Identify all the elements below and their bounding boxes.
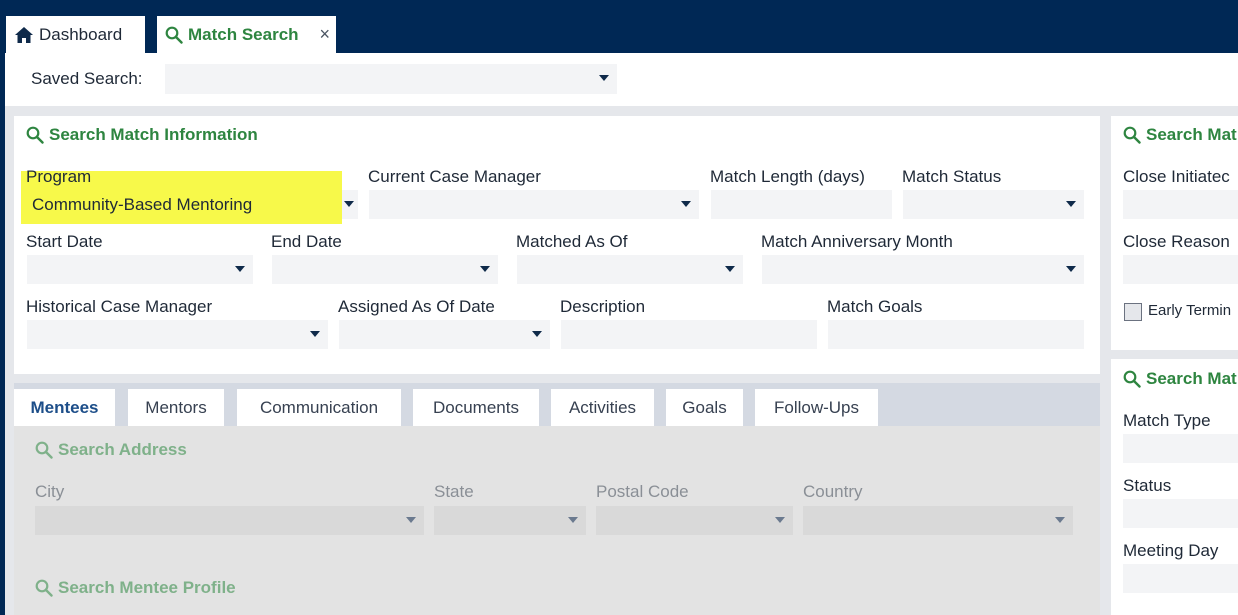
subtab-mentees[interactable]: Mentees: [14, 389, 115, 426]
meeting-day-label: Meeting Day: [1123, 541, 1219, 560]
match-type-select[interactable]: [1123, 434, 1238, 463]
postal-code-label: Postal Code: [596, 482, 689, 501]
matched-as-of-select[interactable]: [517, 255, 743, 284]
historical-case-manager-label: Historical Case Manager: [26, 297, 213, 316]
close-initiated-input[interactable]: [1123, 190, 1238, 219]
tab-match-search[interactable]: Match Search ×: [157, 16, 336, 53]
match-details-panel: Search Mat Match Type Status Meeting Day: [1111, 359, 1238, 615]
section-title-text: Search Mat: [1146, 125, 1237, 144]
chevron-down-icon: [681, 201, 691, 207]
end-date-select[interactable]: [272, 255, 498, 284]
end-date-label: End Date: [271, 232, 342, 251]
mentee-subtabs-area: Mentees Mentors Communication Documents …: [14, 383, 1100, 615]
search-icon: [35, 441, 53, 459]
country-label: Country: [803, 482, 863, 501]
chevron-down-icon: [532, 331, 542, 337]
assigned-as-of-label: Assigned As Of Date: [338, 297, 495, 316]
assigned-as-of-select[interactable]: [339, 320, 550, 349]
status-label: Status: [1123, 476, 1172, 495]
chevron-down-icon: [406, 517, 416, 523]
saved-search-row: Saved Search:: [5, 53, 1238, 106]
section-title-text: Search Address: [58, 440, 187, 459]
status-select[interactable]: [1123, 499, 1238, 528]
state-select[interactable]: [434, 506, 586, 535]
section-title-text: Search Mentee Profile: [58, 578, 236, 597]
early-termination-checkbox[interactable]: [1124, 303, 1142, 321]
chevron-down-icon: [344, 201, 354, 207]
city-select[interactable]: [35, 506, 424, 535]
meeting-day-select[interactable]: [1123, 564, 1238, 593]
close-initiated-label: Close Initiatec: [1123, 167, 1230, 186]
section-title-text: Search Match Information: [49, 125, 258, 144]
chevron-down-icon: [599, 75, 609, 81]
chevron-down-icon: [1066, 266, 1076, 272]
chevron-down-icon: [480, 266, 490, 272]
program-label: Program: [26, 167, 92, 186]
section-title-text: Search Mat: [1146, 369, 1237, 388]
chevron-down-icon: [725, 266, 735, 272]
postal-code-select[interactable]: [596, 506, 793, 535]
chevron-down-icon: [1055, 517, 1065, 523]
match-close-panel: Search Mat Close Initiatec Close Reason …: [1111, 116, 1238, 350]
anniversary-month-select[interactable]: [762, 255, 1084, 284]
match-type-label: Match Type: [1123, 411, 1211, 430]
current-case-manager-select[interactable]: [369, 190, 699, 219]
close-reason-select[interactable]: [1123, 255, 1238, 284]
state-label: State: [434, 482, 474, 501]
close-reason-label: Close Reason: [1123, 232, 1230, 251]
city-label: City: [35, 482, 65, 501]
home-icon: [15, 26, 33, 43]
saved-search-select[interactable]: [165, 64, 617, 94]
subtab-activities[interactable]: Activities: [551, 389, 654, 426]
match-length-input[interactable]: [711, 190, 892, 219]
section-title-mentee-profile: Search Mentee Profile: [35, 578, 236, 598]
top-tab-bar: Dashboard Match Search ×: [0, 0, 1238, 53]
section-title-right2: Search Mat: [1123, 369, 1237, 389]
tab-dashboard[interactable]: Dashboard: [6, 16, 145, 53]
historical-case-manager-select[interactable]: [27, 320, 328, 349]
chevron-down-icon: [310, 331, 320, 337]
search-icon: [35, 579, 53, 597]
match-goals-input[interactable]: [828, 320, 1084, 349]
page-body: Saved Search: Search Match Information P…: [5, 53, 1238, 615]
country-select[interactable]: [803, 506, 1073, 535]
chevron-down-icon: [775, 517, 785, 523]
matched-as-of-label: Matched As Of: [516, 232, 628, 251]
tab-match-search-label: Match Search: [188, 24, 299, 44]
match-goals-label: Match Goals: [827, 297, 923, 316]
early-termination-label: Early Termin: [1148, 302, 1232, 319]
start-date-select[interactable]: [27, 255, 253, 284]
start-date-label: Start Date: [26, 232, 103, 251]
subtab-communication[interactable]: Communication: [237, 389, 401, 426]
current-case-manager-label: Current Case Manager: [368, 167, 541, 186]
match-status-label: Match Status: [902, 167, 1002, 186]
section-title-right1: Search Mat: [1123, 125, 1237, 145]
chevron-down-icon: [235, 266, 245, 272]
search-icon: [1123, 370, 1141, 388]
tab-dashboard-label: Dashboard: [39, 24, 123, 44]
subtab-documents[interactable]: Documents: [413, 389, 539, 426]
search-icon: [165, 26, 183, 44]
close-icon[interactable]: ×: [319, 24, 330, 45]
program-select-tail[interactable]: [342, 190, 358, 219]
subtab-goals[interactable]: Goals: [666, 389, 743, 426]
subtab-follow-ups[interactable]: Follow-Ups: [755, 389, 878, 426]
saved-search-label: Saved Search:: [31, 69, 143, 88]
mentee-search-body: Search Address City State Postal Code Co…: [14, 426, 1100, 615]
subtab-mentors[interactable]: Mentors: [128, 389, 224, 426]
match-status-select[interactable]: [903, 190, 1084, 219]
description-input[interactable]: [561, 320, 817, 349]
chevron-down-icon: [568, 517, 578, 523]
program-select[interactable]: Community-Based Mentoring: [32, 195, 252, 215]
section-title-address: Search Address: [35, 440, 187, 460]
chevron-down-icon: [1066, 201, 1076, 207]
search-icon: [1123, 126, 1141, 144]
description-label: Description: [560, 297, 646, 316]
match-length-label: Match Length (days): [710, 167, 865, 186]
section-title-match-info: Search Match Information: [26, 125, 258, 145]
search-icon: [26, 126, 44, 144]
anniversary-month-label: Match Anniversary Month: [761, 232, 953, 251]
